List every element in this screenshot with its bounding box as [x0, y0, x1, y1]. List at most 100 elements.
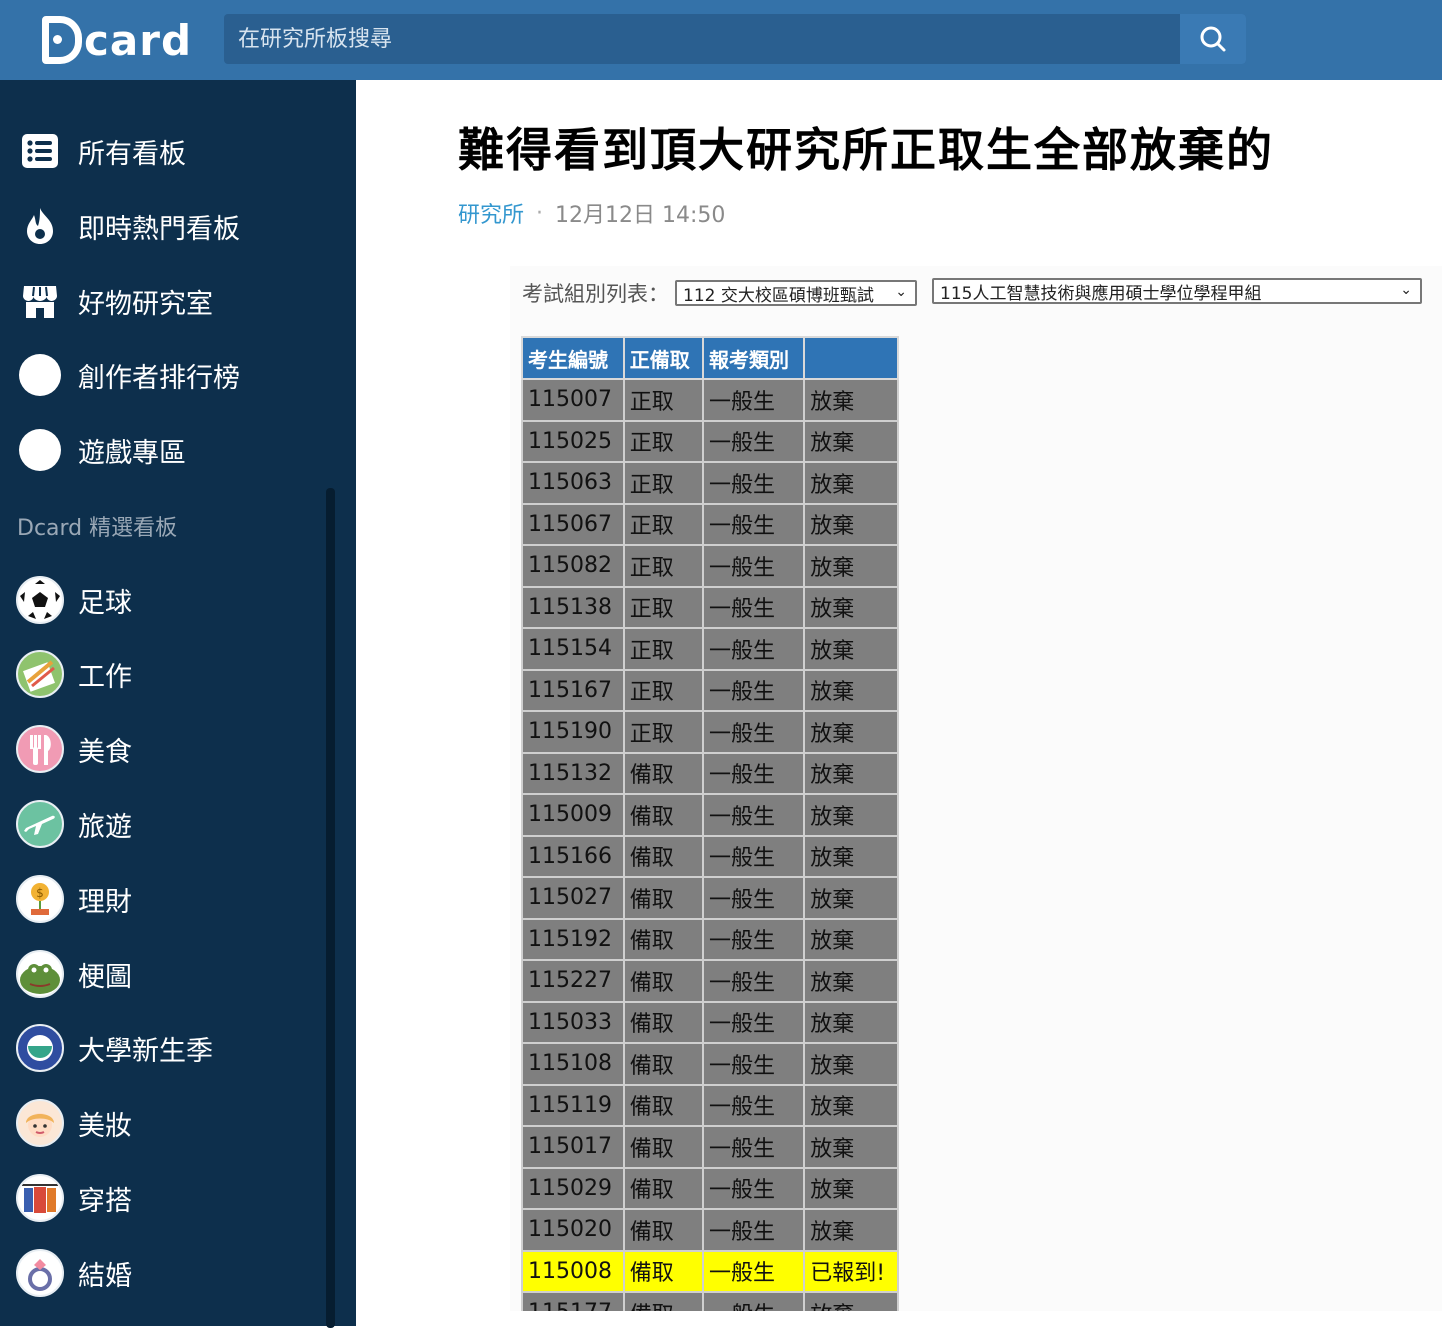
table-cell: 115008 — [521, 1249, 625, 1293]
clothes-icon — [16, 1174, 64, 1222]
table-cell: 115007 — [521, 378, 625, 422]
column-header — [803, 336, 899, 380]
sidebar-item-goods-lab[interactable]: 好物研究室 — [16, 276, 213, 326]
table-row: 115007 正取 一般生 放棄 — [521, 378, 899, 422]
table-cell: 放棄 — [803, 917, 899, 961]
search-icon — [1200, 26, 1226, 52]
table-row: 115029 備取 一般生 放棄 — [521, 1166, 899, 1210]
table-row: 115020 備取 一般生 放棄 — [521, 1208, 899, 1252]
sidebar-item-label: 美食 — [78, 736, 132, 768]
table-cell: 放棄 — [803, 710, 899, 754]
sidebar-board-food[interactable]: 美食 — [16, 724, 132, 774]
sidebar-item-label: 理財 — [78, 886, 132, 918]
table-cell: 115108 — [521, 1042, 625, 1086]
table-row: 115192 備取 一般生 放棄 — [521, 917, 899, 961]
table-row: 115017 備取 一般生 放棄 — [521, 1125, 899, 1169]
table-cell: 正取 — [622, 544, 705, 588]
table-cell: 放棄 — [803, 627, 899, 671]
table-cell: 一般生 — [701, 461, 806, 505]
table-cell: 放棄 — [803, 1125, 899, 1169]
table-cell: 一般生 — [701, 1125, 806, 1169]
table-cell: 放棄 — [803, 544, 899, 588]
table-cell: 正取 — [622, 585, 705, 629]
sidebar-board-meme[interactable]: 梗圖 — [16, 949, 132, 999]
table-header-row: 考生編號 正備取 報考類別 — [521, 336, 899, 380]
table-cell: 115020 — [521, 1208, 625, 1252]
logo-d-mark — [42, 16, 82, 64]
table-cell: 115027 — [521, 876, 625, 920]
sidebar-board-work[interactable]: 工作 — [16, 649, 132, 699]
table-cell: 備取 — [622, 1042, 705, 1086]
dcard-logo[interactable]: card — [42, 12, 192, 68]
table-row: 115166 備取 一般生 放棄 — [521, 834, 899, 878]
makeup-icon — [16, 1099, 64, 1147]
table-cell: 放棄 — [803, 959, 899, 1003]
table-cell: 115154 — [521, 627, 625, 671]
sidebar-item-creator-ranking[interactable]: 創作者排行榜 — [16, 350, 240, 400]
sidebar-item-label: 美妝 — [78, 1110, 132, 1142]
table-cell: 一般生 — [701, 876, 806, 920]
table-cell: 正取 — [622, 710, 705, 754]
table-cell: 一般生 — [701, 1166, 806, 1210]
sidebar-board-soccer[interactable]: 足球 — [16, 575, 132, 625]
table-cell: 一般生 — [701, 627, 806, 671]
sidebar-item-label: 梗圖 — [78, 961, 132, 993]
sidebar-scrollbar[interactable] — [326, 488, 335, 1328]
table-cell: 放棄 — [803, 378, 899, 422]
sidebar-board-finance[interactable]: $ 理財 — [16, 874, 132, 924]
sidebar-board-makeup[interactable]: 美妝 — [16, 1098, 132, 1148]
table-cell: 已報到! — [803, 1249, 899, 1293]
table-cell: 放棄 — [803, 876, 899, 920]
meta-separator: · — [536, 200, 544, 226]
sidebar-item-all-boards[interactable]: 所有看板 — [16, 126, 186, 176]
table-cell: 115082 — [521, 544, 625, 588]
sidebar-item-games[interactable]: 遊戲專區 — [16, 425, 186, 475]
sidebar: 所有看板 即時熱門看板 好物研究室 創作者排行榜 遊戲專區 Dcard 精選看板… — [0, 80, 356, 1328]
table-row: 115138 正取 一般生 放棄 — [521, 585, 899, 629]
featured-boards-title: Dcard 精選看板 — [17, 516, 178, 541]
chevron-down-icon: ⌄ — [1400, 282, 1412, 298]
post-board-link[interactable]: 研究所 — [458, 197, 524, 229]
table-cell: 放棄 — [803, 1083, 899, 1127]
table-cell: 備取 — [622, 876, 705, 920]
sidebar-board-fashion[interactable]: 穿搭 — [16, 1173, 132, 1223]
sidebar-board-travel[interactable]: 旅遊 — [16, 799, 132, 849]
table-cell: 放棄 — [803, 502, 899, 546]
sidebar-board-wedding[interactable]: 結婚 — [16, 1248, 132, 1298]
table-row: 115190 正取 一般生 放棄 — [521, 710, 899, 754]
table-cell: 備取 — [622, 834, 705, 878]
table-cell: 115177 — [521, 1291, 625, 1311]
table-cell: 一般生 — [701, 1083, 806, 1127]
logo-text: card — [84, 15, 193, 65]
search-button[interactable] — [1180, 14, 1246, 64]
table-cell: 放棄 — [803, 461, 899, 505]
table-cell: 一般生 — [701, 585, 806, 629]
table-cell: 一般生 — [701, 419, 806, 463]
table-cell: 一般生 — [701, 793, 806, 837]
table-cell: 一般生 — [701, 378, 806, 422]
table-cell: 放棄 — [803, 668, 899, 712]
table-cell: 放棄 — [803, 1208, 899, 1252]
filter-label: 考試組別列表： — [522, 282, 669, 306]
sidebar-item-label: 足球 — [78, 587, 132, 619]
sidebar-board-freshman[interactable]: 大學新生季 — [16, 1023, 213, 1073]
table-cell: 備取 — [622, 917, 705, 961]
sidebar-item-label: 旅遊 — [78, 811, 132, 843]
table-row: 115108 備取 一般生 放棄 — [521, 1042, 899, 1086]
travel-icon — [16, 800, 64, 848]
table-row: 115082 正取 一般生 放棄 — [521, 544, 899, 588]
search-bar — [224, 14, 1246, 64]
table-cell: 一般生 — [701, 668, 806, 712]
sidebar-item-hot-boards[interactable]: 即時熱門看板 — [16, 201, 240, 251]
table-cell: 放棄 — [803, 793, 899, 837]
search-input[interactable] — [224, 14, 1180, 64]
sidebar-item-label: 遊戲專區 — [78, 437, 186, 469]
table-cell: 備取 — [622, 1083, 705, 1127]
table-cell: 一般生 — [701, 1291, 806, 1311]
top-header: card — [0, 0, 1442, 80]
table-cell: 115132 — [521, 751, 625, 795]
table-cell: 正取 — [622, 627, 705, 671]
table-cell: 115227 — [521, 959, 625, 1003]
circle-icon — [16, 426, 64, 474]
table-row: 115025 正取 一般生 放棄 — [521, 419, 899, 463]
